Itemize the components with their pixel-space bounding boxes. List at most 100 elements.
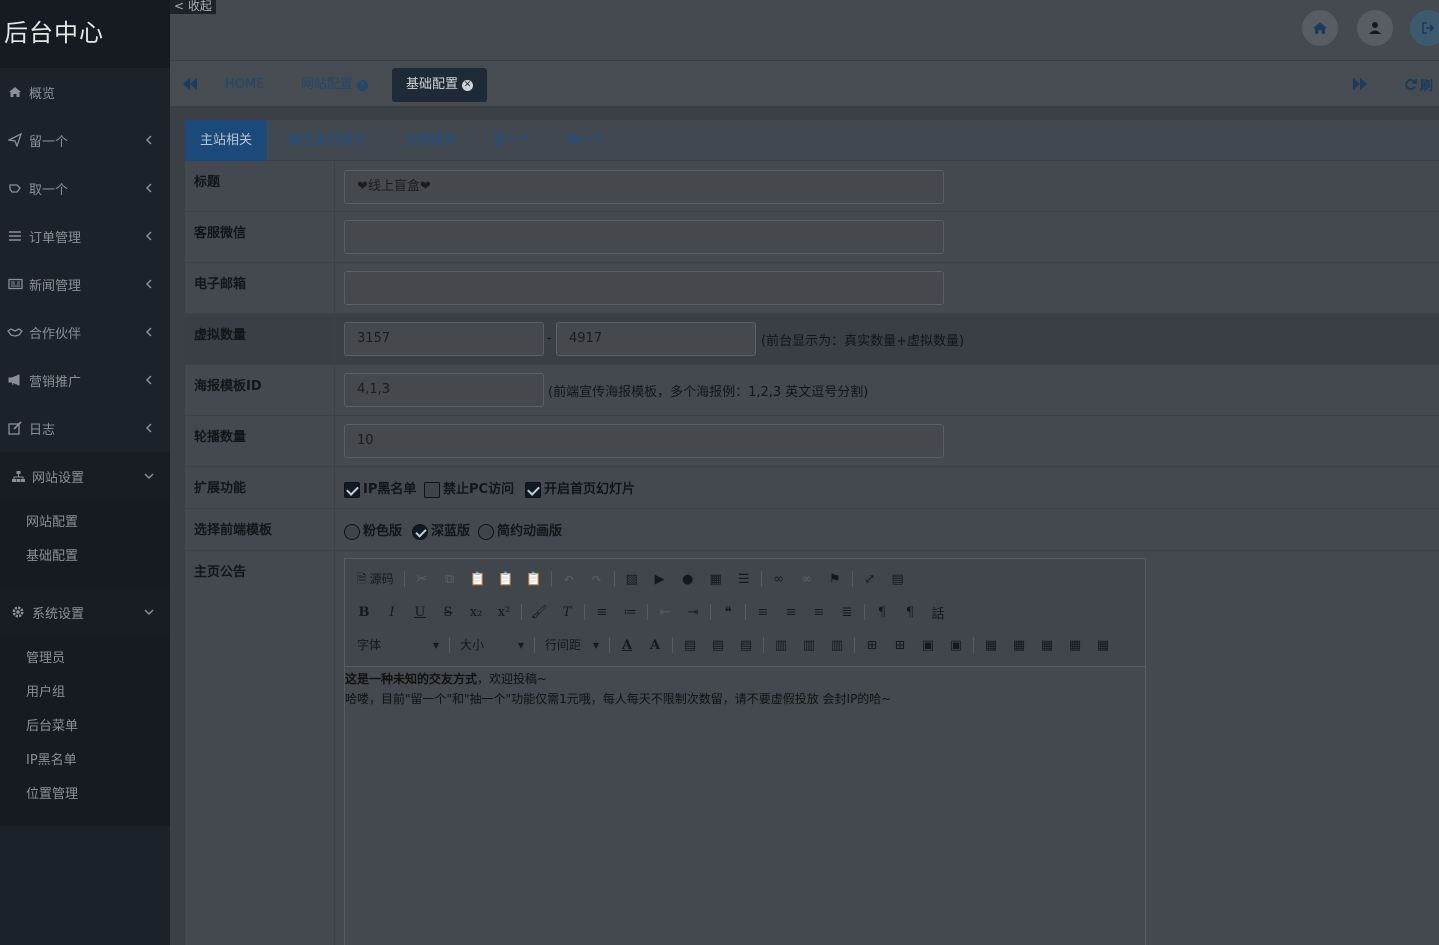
size-select[interactable]: 大小 ▾: [456, 634, 528, 656]
source-button[interactable]: 🗎 源码: [353, 568, 398, 590]
tab-basic-config[interactable]: 基础配置 ✕: [392, 68, 488, 102]
radio[interactable]: [412, 523, 428, 540]
sidebar-subitem-site-config[interactable]: 网站配置: [0, 506, 170, 540]
show-blocks-icon[interactable]: ▤: [887, 568, 909, 590]
paste-word-icon[interactable]: 📋: [523, 568, 545, 590]
delete-col-icon[interactable]: ▥: [826, 634, 848, 656]
delete-row-icon[interactable]: ▤: [735, 634, 757, 656]
sidebar-item-orders[interactable]: 订单管理: [0, 212, 170, 260]
poster-input[interactable]: 4,1,3: [344, 373, 544, 407]
split-cells-icon[interactable]: ⊞: [889, 634, 911, 656]
table-icon[interactable]: ▦: [705, 568, 727, 590]
horizontal-rule-icon[interactable]: ☰: [733, 568, 755, 590]
paste-text-icon[interactable]: 📋: [495, 568, 517, 590]
language-icon[interactable]: 話: [927, 601, 949, 623]
merge-cells-icon[interactable]: ⊞: [861, 634, 883, 656]
table-merge-icon[interactable]: ▦: [1064, 634, 1086, 656]
tab-site-config[interactable]: 网站配置 ✕: [287, 68, 382, 102]
table-props-icon[interactable]: ▣: [945, 634, 967, 656]
subtab-distribution[interactable]: 分销相关: [404, 120, 456, 161]
insert-row-before-icon[interactable]: ▤: [679, 634, 701, 656]
bold-icon[interactable]: B: [353, 601, 375, 623]
sidebar-item-partners[interactable]: 合作伙伴: [0, 308, 170, 356]
clear-format-icon[interactable]: T: [556, 601, 578, 623]
wechat-input[interactable]: [344, 220, 944, 254]
strikethrough-icon[interactable]: S: [437, 601, 459, 623]
subtab-draw-one[interactable]: 抽一个: [566, 120, 605, 161]
insert-col-before-icon[interactable]: ▥: [770, 634, 792, 656]
user-button[interactable]: [1357, 10, 1393, 46]
sidebar-subitem-basic-config[interactable]: 基础配置: [0, 540, 170, 574]
format-painter-icon[interactable]: 🖌: [528, 601, 550, 623]
editor-content[interactable]: 这是一种未知的交友方式，欢迎投稿~ 哈喽，目前"留一个"和"抽一个"功能仅需1元…: [345, 667, 1145, 709]
sidebar-subitem-admin-menu[interactable]: 后台菜单: [0, 710, 170, 744]
cut-icon[interactable]: ✂: [411, 568, 433, 590]
align-right-icon[interactable]: ≡: [808, 601, 830, 623]
table-grid-icon[interactable]: ▦: [1008, 634, 1030, 656]
video-icon[interactable]: ▶: [649, 568, 671, 590]
insert-row-after-icon[interactable]: ▤: [707, 634, 729, 656]
cell-props-icon[interactable]: ▣: [917, 634, 939, 656]
unordered-list-icon[interactable]: ≔: [619, 601, 641, 623]
bg-color-icon[interactable]: A: [644, 634, 666, 656]
copy-icon[interactable]: ⧉: [439, 568, 461, 590]
sidebar-item-system-settings[interactable]: 系统设置: [0, 588, 170, 636]
maximize-icon[interactable]: ⤢: [859, 568, 881, 590]
theme-option-minimal[interactable]: 简约动画版: [478, 520, 562, 540]
table-split-icon[interactable]: ▦: [1092, 634, 1114, 656]
table-style-icon[interactable]: ▦: [1036, 634, 1058, 656]
subtab-wechat-pay[interactable]: 微信支付相关: [288, 120, 366, 161]
refresh-button[interactable]: 刷: [1404, 75, 1433, 94]
lineheight-select[interactable]: 行间距 ▾: [541, 634, 603, 656]
paste-icon[interactable]: 📋: [467, 568, 489, 590]
close-tab-icon[interactable]: ✕: [462, 79, 474, 91]
subtab-leave-one[interactable]: 留一个: [492, 120, 531, 161]
sidebar-item-take-one[interactable]: 取一个: [0, 164, 170, 212]
home-button[interactable]: [1302, 10, 1338, 46]
font-select[interactable]: 字体 ▾: [353, 634, 443, 656]
align-left-icon[interactable]: ≡: [752, 601, 774, 623]
sidebar-subitem-positions[interactable]: 位置管理: [0, 778, 170, 812]
table-border-icon[interactable]: ▦: [980, 634, 1002, 656]
underline-icon[interactable]: U: [409, 601, 431, 623]
radio[interactable]: [344, 523, 360, 540]
sidebar-item-marketing[interactable]: 营销推广: [0, 356, 170, 404]
theme-option-pink[interactable]: 粉色版: [344, 520, 402, 540]
italic-icon[interactable]: I: [381, 601, 403, 623]
ext-option-block-pc[interactable]: 禁止PC访问: [424, 478, 514, 498]
outdent-icon[interactable]: ⇤: [654, 601, 676, 623]
email-input[interactable]: [344, 271, 944, 305]
quote-icon[interactable]: ❝: [717, 601, 739, 623]
sidebar-item-news[interactable]: 新闻管理: [0, 260, 170, 308]
subtab-main-site[interactable]: 主站相关: [185, 120, 268, 161]
virtual-min-input[interactable]: 3157: [344, 322, 544, 356]
text-color-icon[interactable]: A: [616, 634, 638, 656]
scroll-right-icon[interactable]: [1352, 77, 1368, 91]
sidebar-subitem-ip-blacklist[interactable]: IP黑名单: [0, 744, 170, 778]
close-tab-icon[interactable]: ✕: [357, 79, 369, 91]
sidebar-item-overview[interactable]: 概览: [0, 68, 170, 116]
title-input[interactable]: ❤线上盲盒❤: [344, 170, 944, 204]
sidebar-subitem-user-groups[interactable]: 用户组: [0, 676, 170, 710]
indent-icon[interactable]: ⇥: [682, 601, 704, 623]
anchor-flag-icon[interactable]: ⚑: [824, 568, 846, 590]
insert-col-after-icon[interactable]: ▥: [798, 634, 820, 656]
ordered-list-icon[interactable]: ≡: [591, 601, 613, 623]
checkbox[interactable]: [424, 481, 440, 498]
align-justify-icon[interactable]: ≣: [836, 601, 858, 623]
checkbox[interactable]: [344, 481, 360, 498]
logout-button[interactable]: [1410, 10, 1439, 46]
sidebar-item-site-settings[interactable]: 网站设置: [0, 452, 170, 500]
sidebar-subitem-admins[interactable]: 管理员: [0, 642, 170, 676]
sidebar-item-leave-one[interactable]: 留一个: [0, 116, 170, 164]
flash-icon[interactable]: ●: [677, 568, 699, 590]
rtl-icon[interactable]: ¶: [899, 601, 921, 623]
ext-option-slideshow[interactable]: 开启首页幻灯片: [525, 478, 635, 498]
image-icon[interactable]: ▨: [621, 568, 643, 590]
checkbox[interactable]: [525, 481, 541, 498]
carousel-input[interactable]: 10: [344, 424, 944, 458]
align-center-icon[interactable]: ≡: [780, 601, 802, 623]
collapse-sidebar-button[interactable]: < 收起: [170, 0, 216, 14]
ext-option-ip-blacklist[interactable]: IP黑名单: [344, 478, 416, 498]
ltr-icon[interactable]: ¶: [871, 601, 893, 623]
